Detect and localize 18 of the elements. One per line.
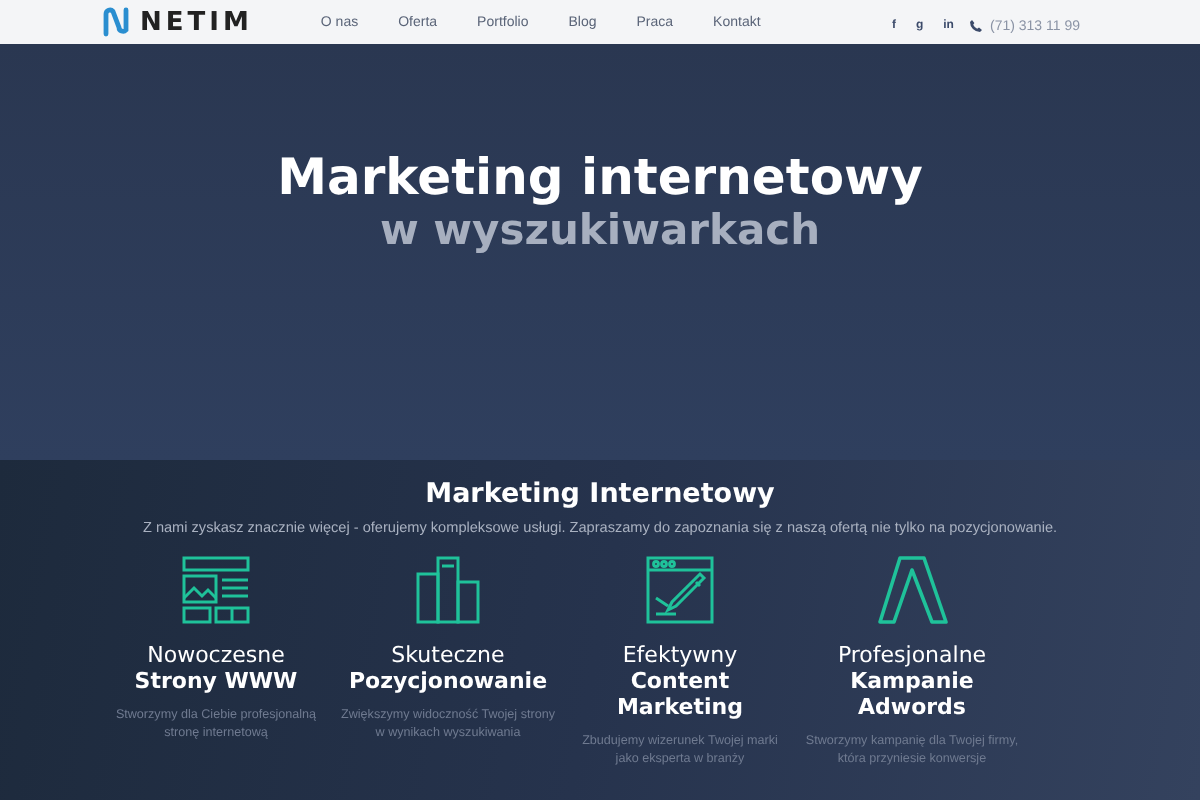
service-subtitle: Pozycjonowanie — [346, 668, 550, 694]
service-subtitle: Content Marketing — [614, 668, 745, 720]
section-heading: Marketing Internetowy — [425, 478, 775, 510]
service-subtitle: Kampanie Adwords — [848, 668, 976, 720]
a-shape-icon — [876, 554, 948, 626]
website-layout-icon — [180, 554, 252, 626]
hero-title: Marketing internetowy — [277, 148, 923, 206]
service-title: Skuteczne — [391, 642, 505, 668]
service-title: Nowoczesne — [147, 642, 285, 668]
service-subtitle: Strony WWW — [132, 668, 300, 694]
browser-pencil-icon — [644, 554, 716, 626]
phone-icon — [969, 20, 982, 32]
hero-subtitle: w wyszukiwarkach — [379, 206, 821, 254]
service-title: Efektywny — [622, 642, 738, 668]
logo-text[interactable]: NETIM — [140, 7, 253, 37]
service-title: Profesjonalne — [837, 642, 987, 668]
podium-icon — [412, 554, 484, 626]
logo-icon — [100, 6, 132, 38]
